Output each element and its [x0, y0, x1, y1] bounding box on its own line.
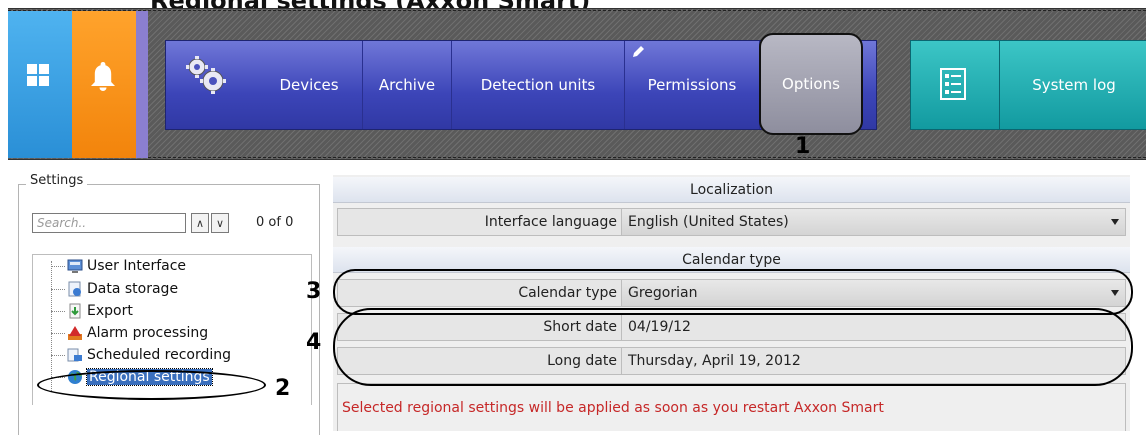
nav-bar: Devices Archive Detection units Permissi…	[165, 33, 877, 135]
scheduled-recording-icon	[67, 348, 82, 362]
interface-language-label: Interface language	[484, 214, 617, 230]
tree-item-label: Alarm processing	[87, 325, 209, 341]
notice-box: Selected regional settings will be appli…	[337, 383, 1126, 431]
system-log-icon-box	[911, 41, 1000, 129]
tree-item-label: User Interface	[87, 258, 187, 274]
system-log-bar[interactable]: System log	[910, 40, 1146, 130]
search-prev-button[interactable]: ∧	[191, 213, 209, 233]
callout-2: 2	[275, 376, 291, 401]
chevron-down-icon	[1111, 219, 1119, 225]
tab-options[interactable]: Options	[759, 33, 863, 135]
checklist-icon	[940, 68, 966, 100]
search-next-button[interactable]: ∨	[211, 213, 229, 233]
toolbar-bottom-border	[8, 157, 1146, 158]
page-caption-strip: Regional settings (Axxon Smart)	[0, 0, 1146, 8]
tree-item-user-interface[interactable]: User Interface	[51, 255, 186, 277]
toolbar-top-border	[8, 10, 1146, 11]
tree-item-label: Export	[87, 303, 133, 319]
tab-permissions[interactable]: Permissions	[625, 41, 760, 129]
callout-3: 3	[306, 279, 322, 304]
callout-1: 1	[795, 134, 811, 159]
tab-devices[interactable]: Devices	[256, 41, 363, 129]
alarm-tile[interactable]	[72, 11, 136, 158]
tree-item-data-storage[interactable]: Data storage	[51, 278, 178, 300]
tree-item-label: Scheduled recording	[87, 347, 232, 363]
data-storage-icon	[68, 281, 81, 297]
tree-item-alarm-processing[interactable]: Alarm processing	[51, 322, 208, 344]
tree-item-export[interactable]: Export	[51, 300, 133, 322]
bell-icon	[91, 62, 115, 91]
windows-grid-icon	[27, 64, 51, 88]
pencil-icon	[633, 46, 644, 57]
settings-title: Settings	[26, 173, 88, 188]
callout-4-outline	[333, 308, 1133, 386]
restart-notice: Selected regional settings will be appli…	[342, 400, 884, 416]
search-count: 0 of 0	[256, 215, 294, 230]
export-icon	[69, 303, 81, 319]
alarm-processing-icon	[68, 326, 82, 340]
interface-language-value: English (United States)	[628, 214, 789, 230]
localization-header: Localization	[333, 177, 1130, 203]
tile-separator	[136, 11, 148, 158]
page-caption: Regional settings (Axxon Smart)	[150, 0, 590, 8]
tree-item-label: Data storage	[87, 281, 179, 297]
tab-permissions-label: Permissions	[647, 76, 737, 94]
callout-4: 4	[306, 330, 322, 355]
user-interface-icon	[67, 259, 83, 273]
settings-search-input[interactable]: Search..	[32, 213, 186, 233]
callout-2-outline	[37, 370, 266, 400]
interface-language-select[interactable]: English (United States)	[621, 209, 1125, 235]
gears-icon	[186, 56, 226, 94]
tab-archive[interactable]: Archive	[363, 41, 452, 129]
system-log-label: System log	[1032, 76, 1116, 94]
interface-language-row: Interface language English (United State…	[337, 208, 1126, 236]
tree-item-scheduled-recording[interactable]: Scheduled recording	[51, 344, 231, 366]
tab-detection-units[interactable]: Detection units	[452, 41, 625, 129]
home-tile[interactable]	[8, 11, 72, 158]
